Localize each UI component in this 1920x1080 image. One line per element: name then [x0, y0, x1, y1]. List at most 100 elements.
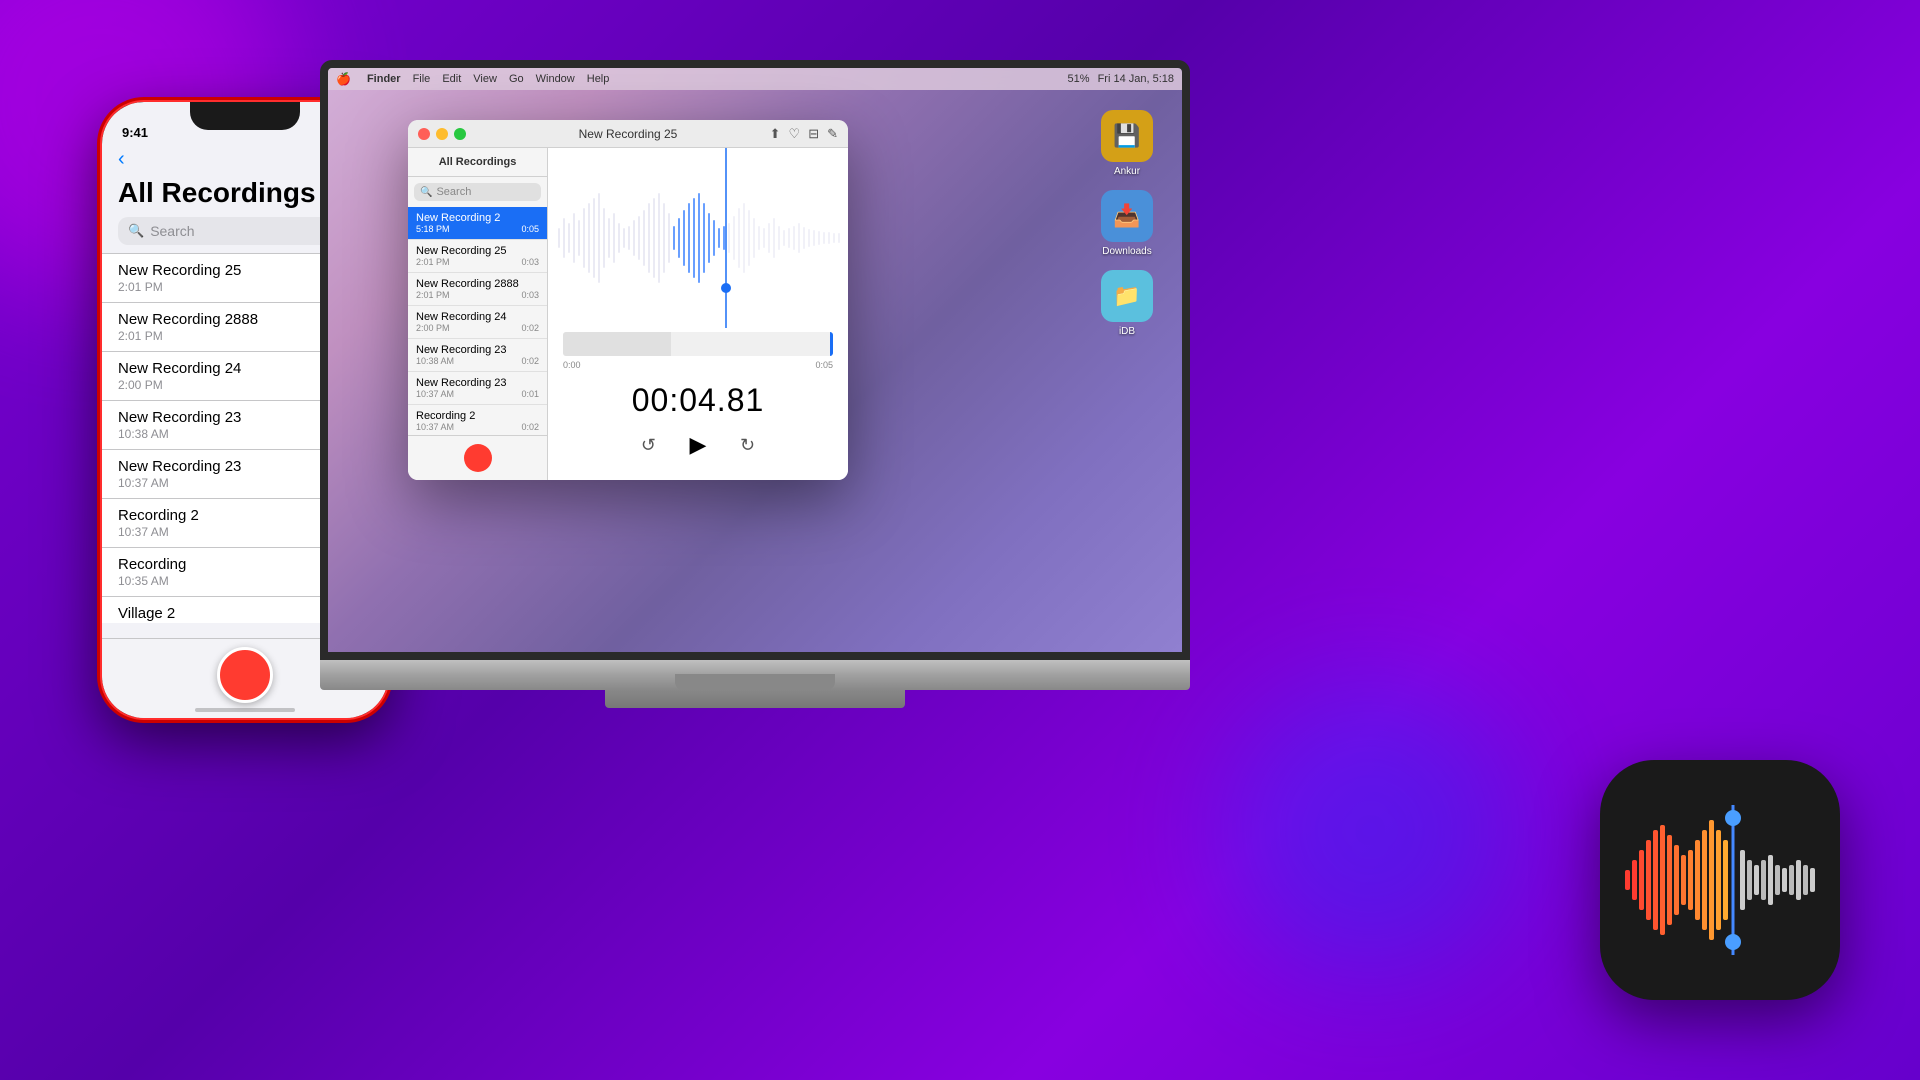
item-info: New Recording 23 10:38 AM: [118, 409, 241, 441]
vm-list-item[interactable]: New Recording 23 10:38 AM0:02: [408, 339, 547, 372]
waveform-svg: [548, 148, 848, 328]
vm-list-item[interactable]: New Recording 2888 2:01 PM0:03: [408, 273, 547, 306]
vm-item-meta: 2:01 PM0:03: [416, 257, 539, 267]
apple-menu[interactable]: 🍎: [336, 72, 351, 86]
menu-edit[interactable]: Edit: [442, 73, 461, 85]
vm-time-start: 0:00: [563, 360, 581, 370]
search-icon: 🔍: [128, 223, 144, 239]
item-info: Village 2 26-Nov-2021: [118, 605, 187, 623]
vm-toolbar-icons: ⬆ ♡ ⊟ ✎: [770, 126, 838, 142]
item-info: New Recording 25 2:01 PM: [118, 262, 241, 294]
menu-finder[interactable]: Finder: [367, 73, 401, 85]
vm-item-meta: 2:00 PM0:02: [416, 323, 539, 333]
vm-search-bar[interactable]: 🔍 Search: [414, 183, 541, 201]
vm-item-name: New Recording 23: [416, 344, 539, 356]
vm-content: All Recordings 🔍 Search New Recording 2 …: [408, 148, 848, 480]
vm-item-meta: 2:01 PM0:03: [416, 290, 539, 300]
vm-sidebar-record: [408, 435, 547, 480]
vm-playhead-bar: [830, 332, 833, 356]
macbook-desktop: 💾 Ankur 📥 Downloads 📁 iDB: [328, 90, 1182, 652]
macbook-stand: [605, 690, 905, 708]
item-meta: 10:38 AM: [118, 427, 241, 441]
back-button[interactable]: ‹: [118, 148, 125, 171]
item-info: New Recording 23 10:37 AM: [118, 458, 241, 490]
menu-window[interactable]: Window: [536, 73, 575, 85]
ankur-icon: 💾: [1101, 110, 1153, 162]
item-meta: 2:01 PM: [118, 329, 258, 343]
vm-item-name: New Recording 25: [416, 245, 539, 257]
vm-item-meta: 10:38 AM0:02: [416, 356, 539, 366]
vm-item-name: New Recording 2: [416, 212, 539, 224]
item-meta: 10:35 AM: [118, 574, 186, 588]
desktop-icon-downloads[interactable]: 📥 Downloads: [1092, 190, 1162, 257]
vm-item-meta: 10:37 AM0:02: [416, 422, 539, 432]
desktop-icon-idb[interactable]: 📁 iDB: [1092, 270, 1162, 337]
item-meta: 2:00 PM: [118, 378, 241, 392]
menu-go[interactable]: Go: [509, 73, 524, 85]
downloads-label: Downloads: [1102, 246, 1151, 257]
downloads-icon: 📥: [1101, 190, 1153, 242]
ankur-label: Ankur: [1114, 166, 1140, 177]
menu-view[interactable]: View: [473, 73, 497, 85]
macbook-device: 🍎 Finder File Edit View Go Window Help 5…: [320, 60, 1190, 760]
vm-record-button[interactable]: [464, 444, 492, 472]
voice-memos-app-icon[interactable]: [1600, 760, 1840, 1000]
bg-orb-2: [1220, 680, 1520, 980]
app-icon-background: [1600, 760, 1840, 1000]
menubar-right: 51% Fri 14 Jan, 5:18: [1068, 73, 1174, 85]
vm-item-name: New Recording 2888: [416, 278, 539, 290]
window-close-button[interactable]: [418, 128, 430, 140]
folder-icon[interactable]: ⊟: [808, 126, 819, 142]
item-name: New Recording 24: [118, 360, 241, 377]
window-controls: [418, 128, 466, 140]
vm-timeline-scrubber[interactable]: [563, 332, 833, 356]
vm-playback-area: 0:00 0:05 00:04.81 ↺ ▶ ↻: [548, 148, 848, 480]
vm-list-item[interactable]: New Recording 24 2:00 PM0:02: [408, 306, 547, 339]
vm-time-labels: 0:00 0:05: [563, 360, 833, 370]
record-button[interactable]: [217, 647, 273, 703]
voice-memos-window: New Recording 25 ⬆ ♡ ⊟ ✎ All Recordings …: [408, 120, 848, 480]
heart-icon[interactable]: ♡: [789, 126, 801, 142]
vm-current-time: 00:04.81: [632, 382, 765, 419]
window-maximize-button[interactable]: [454, 128, 466, 140]
vm-forward-button[interactable]: ↻: [740, 435, 755, 456]
vm-list-item[interactable]: New Recording 2 5:18 PM0:05: [408, 207, 547, 240]
vm-recordings-list: New Recording 2 5:18 PM0:05 New Recordin…: [408, 207, 547, 435]
item-meta: 10:37 AM: [118, 525, 199, 539]
menubar-battery: 51%: [1068, 73, 1090, 85]
macbook-base: [320, 660, 1190, 690]
item-name: New Recording 23: [118, 409, 241, 426]
item-meta: 2:01 PM: [118, 280, 241, 294]
idb-icon: 📁: [1101, 270, 1153, 322]
app-icon-waveform-svg: [1620, 800, 1820, 960]
item-info: Recording 10:35 AM: [118, 556, 186, 588]
vm-item-meta: 5:18 PM0:05: [416, 224, 539, 234]
vm-sidebar: All Recordings 🔍 Search New Recording 2 …: [408, 148, 548, 480]
share-icon[interactable]: ⬆: [770, 126, 781, 142]
item-info: New Recording 2888 2:01 PM: [118, 311, 258, 343]
vm-play-button[interactable]: ▶: [680, 427, 716, 463]
vm-timeline-progress: [563, 332, 671, 356]
item-name: Recording: [118, 556, 186, 573]
menu-help[interactable]: Help: [587, 73, 610, 85]
vm-item-name: New Recording 23: [416, 377, 539, 389]
window-minimize-button[interactable]: [436, 128, 448, 140]
item-meta: 10:37 AM: [118, 476, 241, 490]
desktop-icon-ankur[interactable]: 💾 Ankur: [1092, 110, 1162, 177]
vm-list-item[interactable]: New Recording 23 10:37 AM0:01: [408, 372, 547, 405]
vm-waveform: [548, 148, 848, 328]
vm-rewind-button[interactable]: ↺: [641, 435, 656, 456]
iphone-time: 9:41: [122, 125, 148, 140]
macbook-menubar: 🍎 Finder File Edit View Go Window Help 5…: [328, 68, 1182, 90]
macbook-hinge-notch: [675, 674, 835, 690]
vm-titlebar: New Recording 25 ⬆ ♡ ⊟ ✎: [408, 120, 848, 148]
vm-list-item[interactable]: Recording 2 10:37 AM0:02: [408, 405, 547, 435]
vm-list-item[interactable]: New Recording 25 2:01 PM0:03: [408, 240, 547, 273]
vm-time-end: 0:05: [815, 360, 833, 370]
menu-file[interactable]: File: [413, 73, 431, 85]
vm-window-title: New Recording 25: [579, 127, 678, 141]
edit-vm-icon[interactable]: ✎: [827, 126, 838, 142]
vm-search-placeholder: Search: [436, 186, 471, 198]
item-name: New Recording 23: [118, 458, 241, 475]
macbook-screen: 🍎 Finder File Edit View Go Window Help 5…: [320, 60, 1190, 660]
